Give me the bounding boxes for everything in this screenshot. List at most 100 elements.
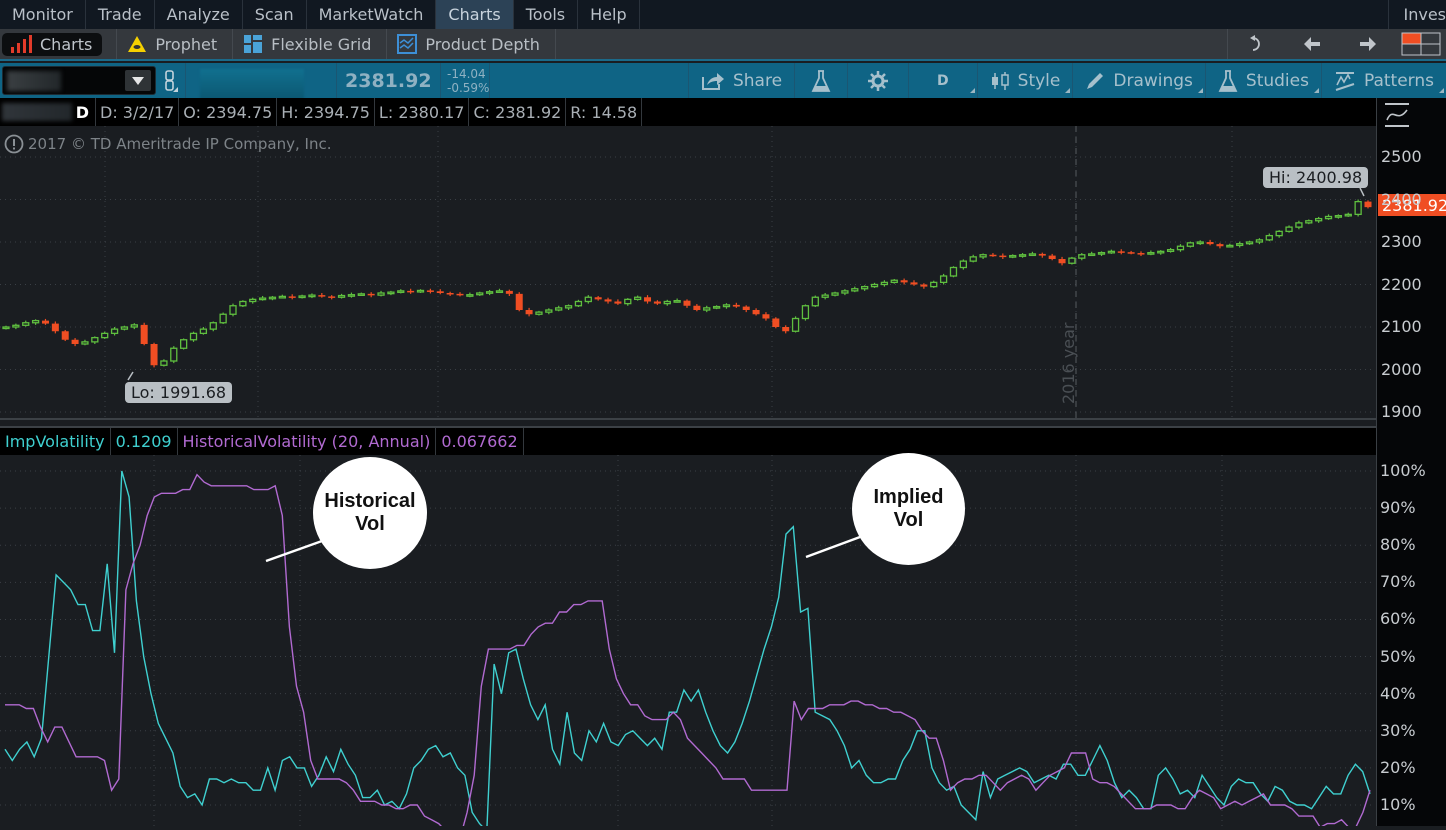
candle bbox=[1186, 241, 1194, 248]
candle-body bbox=[890, 279, 898, 284]
candle-body bbox=[870, 283, 879, 288]
candle bbox=[1097, 251, 1106, 257]
menu-tools[interactable]: Tools bbox=[514, 0, 579, 29]
candle bbox=[31, 319, 40, 325]
prophet-eye-icon bbox=[128, 36, 147, 52]
candle-body bbox=[693, 305, 701, 310]
candle-body bbox=[555, 307, 563, 311]
studies-button[interactable]: Studies bbox=[1206, 63, 1322, 98]
candle-body bbox=[732, 304, 740, 307]
undo-icon bbox=[1250, 35, 1260, 51]
link-button[interactable] bbox=[156, 63, 186, 98]
candle bbox=[456, 292, 464, 297]
candle-body bbox=[1265, 234, 1273, 241]
candle bbox=[1265, 233, 1273, 242]
candle bbox=[318, 293, 326, 298]
candle bbox=[673, 298, 681, 303]
link-icon bbox=[164, 69, 178, 92]
ohlc-low: L: 2380.17 bbox=[375, 98, 470, 126]
candle bbox=[1226, 243, 1234, 248]
candle-body bbox=[614, 301, 622, 304]
candle-body bbox=[644, 297, 652, 302]
candle bbox=[634, 295, 642, 301]
candle bbox=[564, 304, 573, 310]
candle-body bbox=[199, 328, 208, 335]
candle-body bbox=[1176, 245, 1185, 251]
candle bbox=[466, 292, 474, 298]
menu-monitor[interactable]: Monitor bbox=[0, 0, 86, 29]
forward-button[interactable] bbox=[1340, 29, 1396, 59]
drawings-button[interactable]: Drawings bbox=[1073, 63, 1206, 98]
price-chart[interactable]: 2017 © TD Ameritrade IP Company, Inc. Hi… bbox=[0, 126, 1376, 418]
candle-body bbox=[485, 291, 494, 294]
candle bbox=[1088, 251, 1096, 257]
candle-body bbox=[1048, 255, 1056, 259]
patterns-button[interactable]: Patterns bbox=[1322, 63, 1446, 98]
aggregation-button[interactable]: D bbox=[909, 63, 978, 98]
candle bbox=[110, 327, 119, 336]
candle bbox=[1147, 250, 1155, 256]
candle bbox=[742, 305, 750, 313]
candle bbox=[959, 259, 967, 270]
menu-help[interactable]: Help bbox=[578, 0, 640, 29]
candle-body bbox=[1038, 253, 1046, 256]
candle-body bbox=[515, 293, 523, 310]
menu-trade[interactable]: Trade bbox=[86, 0, 155, 29]
symbol-selector[interactable] bbox=[2, 66, 156, 95]
settings-button[interactable] bbox=[848, 63, 910, 98]
chevron-down-icon bbox=[132, 76, 144, 85]
candle bbox=[900, 278, 908, 285]
symbol-dropdown-button[interactable] bbox=[125, 70, 151, 91]
dropdown-corner-icon bbox=[1197, 88, 1203, 93]
undo-button[interactable] bbox=[1228, 29, 1284, 59]
subtab-charts[interactable]: Charts bbox=[0, 29, 118, 59]
volatility-chart[interactable]: Historical Vol Implied Vol bbox=[0, 453, 1376, 830]
back-button[interactable] bbox=[1284, 29, 1340, 59]
candle bbox=[683, 299, 691, 308]
flask-button[interactable] bbox=[795, 63, 849, 98]
share-button[interactable]: Share bbox=[689, 63, 796, 98]
candle bbox=[505, 289, 513, 296]
style-label: Style bbox=[1017, 70, 1061, 91]
menu-charts[interactable]: Charts bbox=[436, 0, 514, 29]
candle-body bbox=[81, 341, 89, 345]
copyright-notice: 2017 © TD Ameritrade IP Company, Inc. bbox=[4, 134, 331, 154]
candle-body bbox=[51, 323, 59, 332]
imp-vol-line bbox=[4, 470, 1371, 830]
main-menubar: Monitor Trade Analyze Scan MarketWatch C… bbox=[0, 0, 1446, 29]
imp-vol-name[interactable]: ImpVolatility bbox=[0, 428, 111, 455]
menu-analyze[interactable]: Analyze bbox=[155, 0, 243, 29]
candle bbox=[446, 291, 454, 296]
candle-body bbox=[722, 304, 731, 308]
candle bbox=[1236, 241, 1244, 248]
axis-scale-icon[interactable] bbox=[1383, 102, 1411, 128]
pane-divider[interactable] bbox=[0, 418, 1376, 428]
menu-scan[interactable]: Scan bbox=[243, 0, 307, 29]
candle bbox=[41, 318, 49, 325]
subtab-flexible-grid[interactable]: Flexible Grid bbox=[233, 29, 388, 59]
candle bbox=[249, 297, 257, 304]
menu-invest[interactable]: Inves bbox=[1389, 0, 1446, 29]
ohlc-high: H: 2394.75 bbox=[277, 98, 375, 126]
style-button[interactable]: Style bbox=[978, 63, 1074, 98]
candle-body bbox=[446, 293, 454, 295]
candle bbox=[1344, 212, 1352, 217]
layout-button[interactable] bbox=[1396, 29, 1446, 59]
callout-line-1: Implied bbox=[873, 486, 944, 508]
candle bbox=[1127, 250, 1135, 255]
dropdown-corner-icon bbox=[1065, 88, 1071, 93]
candle bbox=[791, 316, 800, 333]
candle bbox=[752, 308, 760, 316]
candle bbox=[870, 282, 879, 288]
subtab-product-depth[interactable]: Product Depth bbox=[387, 29, 556, 59]
subtab-prophet[interactable]: Prophet bbox=[117, 29, 234, 59]
candle-body bbox=[150, 344, 158, 366]
hist-vol-value: 0.067662 bbox=[436, 428, 524, 455]
candle bbox=[308, 293, 316, 299]
hist-vol-name[interactable]: HistoricalVolatility (20, Annual) bbox=[178, 428, 437, 455]
candle bbox=[337, 293, 346, 299]
candle-body bbox=[397, 290, 405, 294]
candle-body bbox=[959, 260, 967, 269]
menu-marketwatch[interactable]: MarketWatch bbox=[307, 0, 437, 29]
price-axis-tick: 2100 bbox=[1381, 317, 1422, 336]
